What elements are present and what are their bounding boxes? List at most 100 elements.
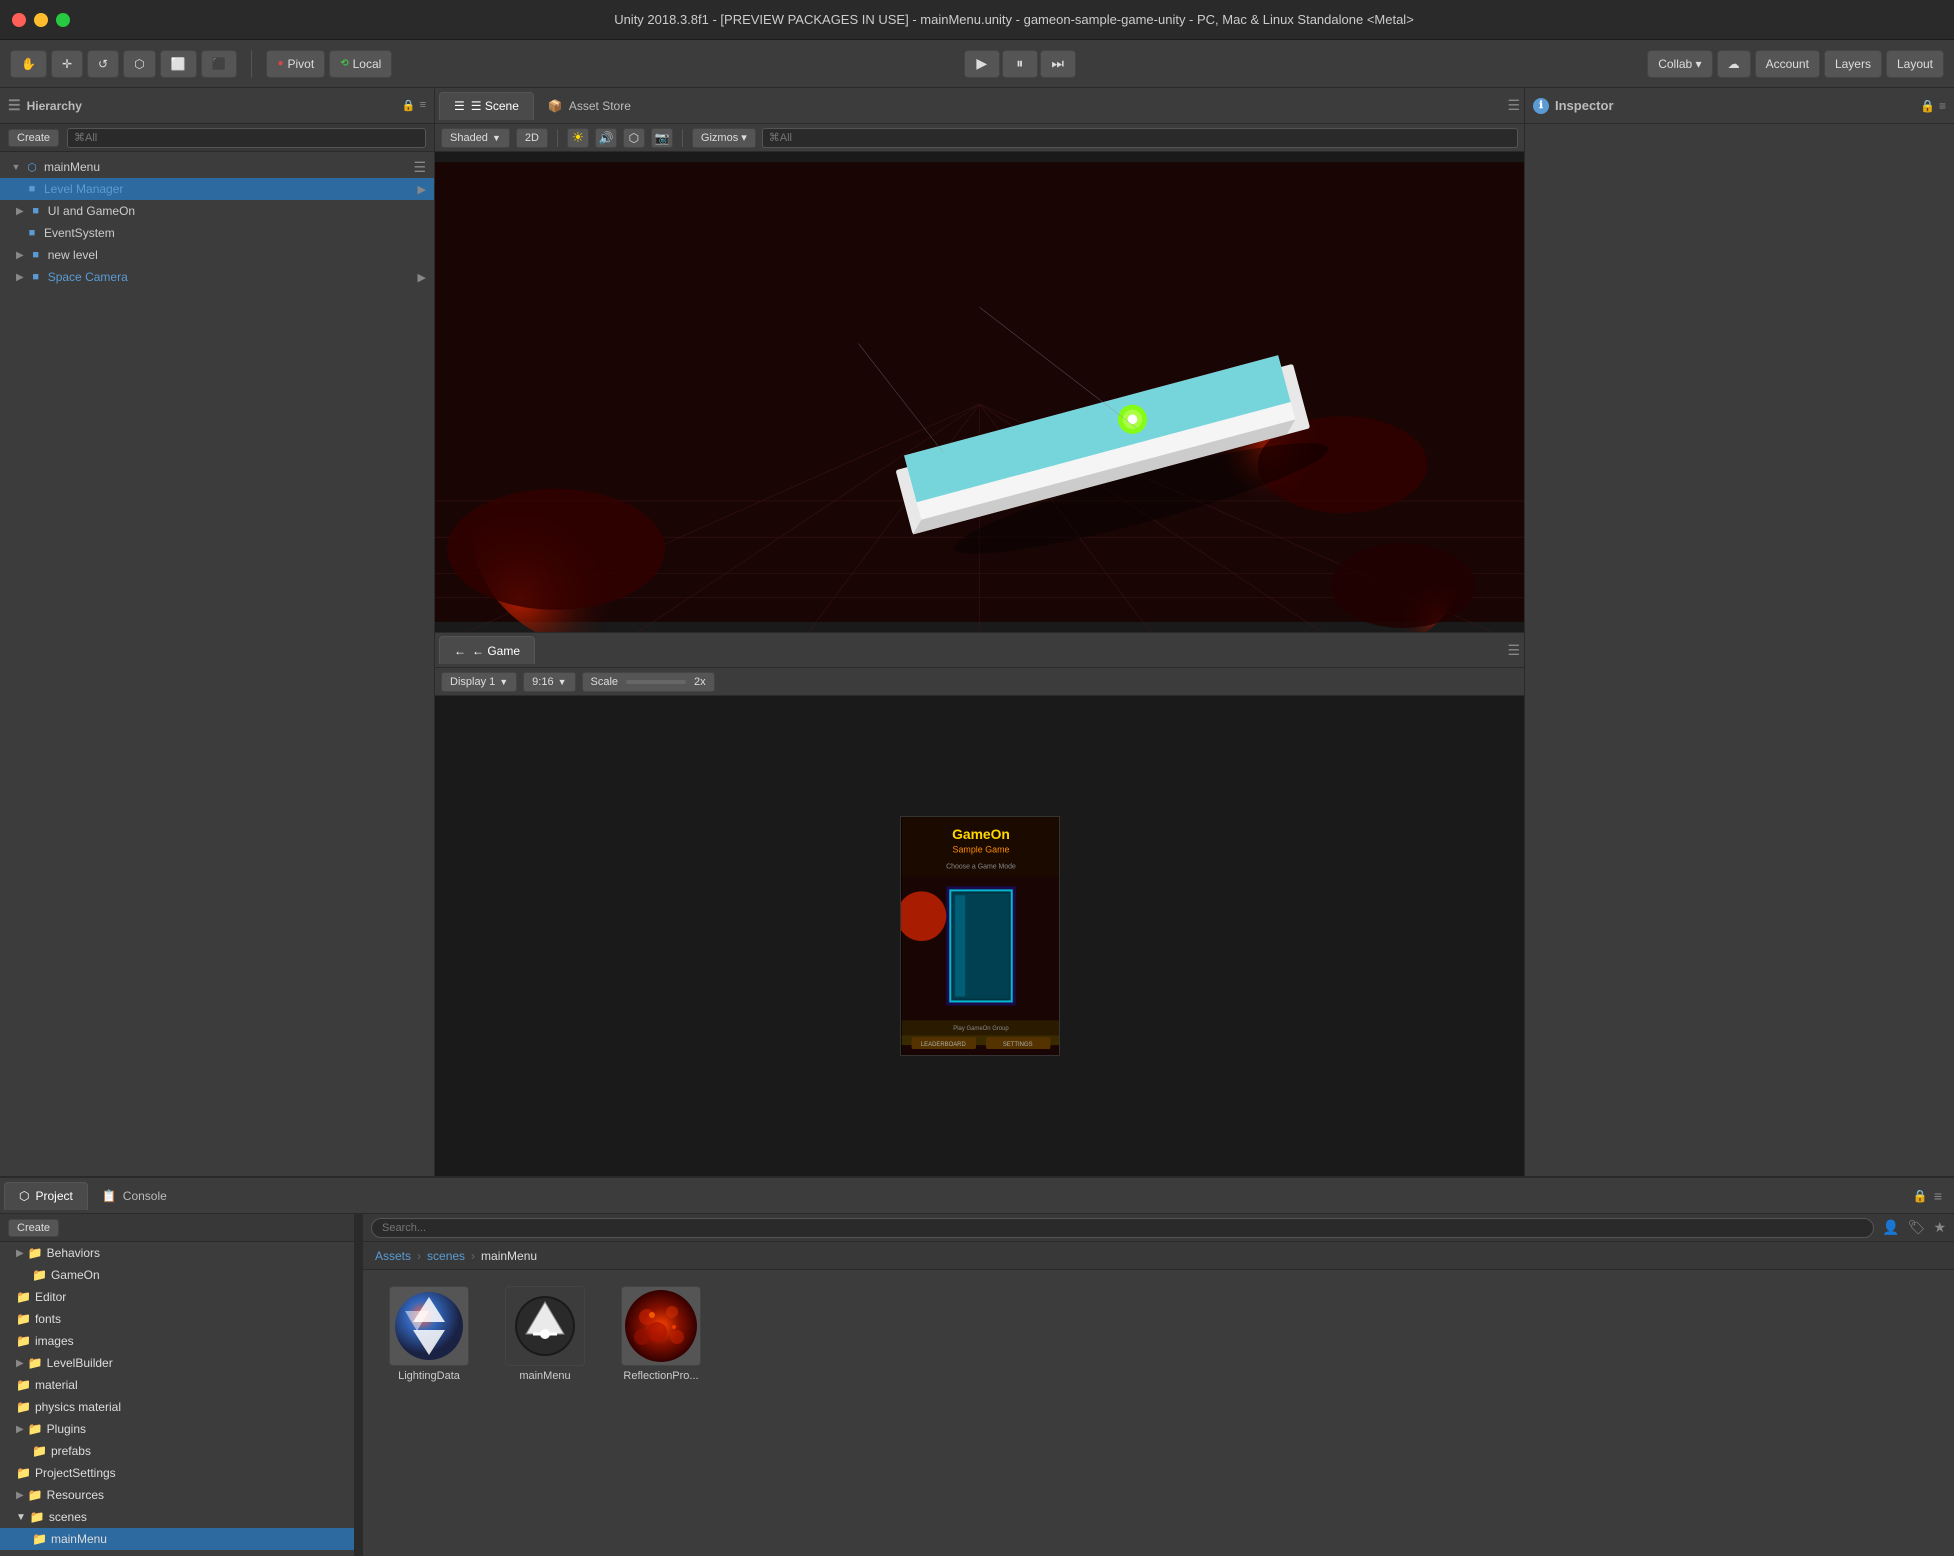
hierarchy-search-input[interactable] xyxy=(67,128,426,148)
hierarchy-more-icon[interactable]: ≡ xyxy=(420,99,426,112)
bottom-lock-icon[interactable]: 🔒 xyxy=(1913,1189,1928,1203)
camera-icon[interactable]: 📷 xyxy=(651,128,673,148)
audio-icon[interactable]: 🔊 xyxy=(595,128,617,148)
breadcrumb-scenes[interactable]: scenes xyxy=(427,1249,465,1263)
cloud-button[interactable]: ☁ xyxy=(1717,50,1751,78)
pivot-button[interactable]: ● Pivot xyxy=(266,50,325,78)
expand-space-camera[interactable]: ▶ xyxy=(16,272,24,283)
project-search-input[interactable] xyxy=(371,1218,1874,1238)
scene-search-input[interactable] xyxy=(762,128,1518,148)
folder-icon-mainmenu: 📁 xyxy=(32,1532,47,1546)
close-button[interactable] xyxy=(12,13,26,27)
inspector-more-icon[interactable]: ≡ xyxy=(1939,99,1946,113)
tab-game[interactable]: ← ← Game xyxy=(439,636,535,664)
tree-item-new-level[interactable]: ▶ ■ new level xyxy=(0,244,434,266)
search-person-icon[interactable]: 👤 xyxy=(1882,1219,1899,1236)
search-star-icon[interactable]: ★ xyxy=(1933,1219,1946,1236)
search-tag-icon[interactable]: 🏷 xyxy=(1908,1219,1926,1236)
tree-arrow-level-manager[interactable]: ▶ xyxy=(418,183,426,196)
step-button[interactable]: ⏭ xyxy=(1040,50,1076,78)
scale-control[interactable]: Scale 2x xyxy=(582,672,715,692)
folder-icon-physics-material: 📁 xyxy=(16,1400,31,1414)
tree-item-editor[interactable]: 📁 Editor xyxy=(0,1286,354,1308)
2d-button[interactable]: 2D xyxy=(516,128,548,148)
minimize-button[interactable] xyxy=(34,13,48,27)
tree-item-gameon[interactable]: 📁 GameOn xyxy=(0,1264,354,1286)
pause-button[interactable]: ⏸ xyxy=(1002,50,1038,78)
asset-store-tab-label: Asset Store xyxy=(569,99,631,113)
svg-text:Sample Game: Sample Game xyxy=(952,845,1009,855)
scene-view[interactable] xyxy=(435,152,1524,632)
panel-divider[interactable] xyxy=(355,1214,363,1556)
rotate-tool-button[interactable]: ↺ xyxy=(87,50,119,78)
expand-resources[interactable]: ▶ xyxy=(16,1490,24,1501)
project-create-button[interactable]: Create xyxy=(8,1219,59,1237)
folder-icon-resources: 📁 xyxy=(28,1488,43,1502)
tree-item-ui-gameon[interactable]: ▶ ■ UI and GameOn xyxy=(0,200,434,222)
rect-tool-button[interactable]: ⬜ xyxy=(160,50,197,78)
scene-tab-menu[interactable]: ☰ xyxy=(1507,97,1520,114)
lighting-icon[interactable]: ☀ xyxy=(567,128,589,148)
tree-item-space-camera[interactable]: ▶ ■ Space Camera ▶ xyxy=(0,266,434,288)
expand-plugins[interactable]: ▶ xyxy=(16,1424,24,1435)
collab-button[interactable]: Collab ▾ xyxy=(1647,50,1712,78)
move-tool-button[interactable]: ✛ xyxy=(51,50,83,78)
tree-item-plugins[interactable]: ▶ 📁 Plugins xyxy=(0,1418,354,1440)
tab-console[interactable]: 📋 Console xyxy=(88,1182,181,1210)
game-tab-menu[interactable]: ☰ xyxy=(1507,642,1520,659)
vfx-icon[interactable]: ⬡ xyxy=(623,128,645,148)
panels-row: ☰ Hierarchy 🔒 ≡ Create ▼ ⬡ xyxy=(0,88,1954,1176)
expand-ui-gameon[interactable]: ▶ xyxy=(16,206,24,217)
tree-item-images[interactable]: 📁 images xyxy=(0,1330,354,1352)
tree-menu-mainmenu[interactable]: ☰ xyxy=(413,159,426,176)
expand-behaviors[interactable]: ▶ xyxy=(16,1248,24,1259)
bottom-more-icon[interactable]: ≡ xyxy=(1934,1188,1942,1204)
tree-arrow-space-camera[interactable]: ▶ xyxy=(418,271,426,284)
scale-slider[interactable] xyxy=(626,680,686,684)
tree-item-level-manager[interactable]: ■ Level Manager ▶ xyxy=(0,178,434,200)
tree-item-scenes[interactable]: ▼ 📁 scenes xyxy=(0,1506,354,1528)
tab-asset-store[interactable]: 📦 Asset Store xyxy=(534,92,645,120)
account-button[interactable]: Account xyxy=(1755,50,1820,78)
hierarchy-create-button[interactable]: Create xyxy=(8,129,59,147)
hand-tool-button[interactable]: ✋ xyxy=(10,50,47,78)
tree-item-fonts[interactable]: 📁 fonts xyxy=(0,1308,354,1330)
display-button[interactable]: Display 1 ▼ xyxy=(441,672,517,692)
tree-item-projectsettings[interactable]: 📁 ProjectSettings xyxy=(0,1462,354,1484)
gizmos-button[interactable]: Gizmos ▾ xyxy=(692,128,756,148)
asset-item-reflectionpro[interactable]: ReflectionPro... xyxy=(611,1286,711,1382)
tree-item-physics-material[interactable]: 📁 physics material xyxy=(0,1396,354,1418)
play-button[interactable]: ▶ xyxy=(964,50,1000,78)
tab-scene[interactable]: ☰ ☰ Scene xyxy=(439,92,534,120)
ratio-button[interactable]: 9:16 ▼ xyxy=(523,672,575,692)
tree-item-behaviors[interactable]: ▶ 📁 Behaviors xyxy=(0,1242,354,1264)
tree-item-mainmenu-folder[interactable]: 📁 mainMenu xyxy=(0,1528,354,1550)
layers-button[interactable]: Layers xyxy=(1824,50,1882,78)
asset-item-mainmenu[interactable]: mainMenu xyxy=(495,1286,595,1382)
tree-item-mainmenu-scene[interactable]: ▼ ⬡ mainMenu ☰ xyxy=(0,156,434,178)
inspector-lock-icon[interactable]: 🔒 xyxy=(1920,99,1935,113)
tree-item-material[interactable]: 📁 material xyxy=(0,1374,354,1396)
layout-button[interactable]: Layout xyxy=(1886,50,1944,78)
tree-item-levelbuilder[interactable]: ▶ 📁 LevelBuilder xyxy=(0,1352,354,1374)
folder-icon-gameon: 📁 xyxy=(32,1268,47,1282)
shaded-button[interactable]: Shaded ▼ xyxy=(441,128,510,148)
tree-item-eventsystem[interactable]: ■ EventSystem xyxy=(0,222,434,244)
tree-item-resources[interactable]: ▶ 📁 Resources xyxy=(0,1484,354,1506)
local-button[interactable]: ⟲ Local xyxy=(329,50,392,78)
expand-new-level[interactable]: ▶ xyxy=(16,250,24,261)
transform-tool-button[interactable]: ⬛ xyxy=(201,50,238,78)
tree-toggle-mainmenu[interactable]: ▼ xyxy=(8,159,24,175)
breadcrumb-assets[interactable]: Assets xyxy=(375,1249,411,1263)
expand-scenes[interactable]: ▼ xyxy=(16,1512,26,1523)
scale-tool-button[interactable]: ⬡ xyxy=(123,50,155,78)
expand-levelbuilder[interactable]: ▶ xyxy=(16,1358,24,1369)
folder-icon-levelbuilder: 📁 xyxy=(28,1356,43,1370)
maximize-button[interactable] xyxy=(56,13,70,27)
tree-item-sfx[interactable]: 📁 SFX xyxy=(0,1550,354,1556)
tab-project[interactable]: ⬡ Project xyxy=(4,1182,88,1210)
asset-item-lightingdata[interactable]: LightingData xyxy=(379,1286,479,1382)
console-tab-icon: 📋 xyxy=(102,1189,117,1203)
hierarchy-lock-icon[interactable]: 🔒 xyxy=(402,99,416,112)
tree-item-prefabs[interactable]: 📁 prefabs xyxy=(0,1440,354,1462)
